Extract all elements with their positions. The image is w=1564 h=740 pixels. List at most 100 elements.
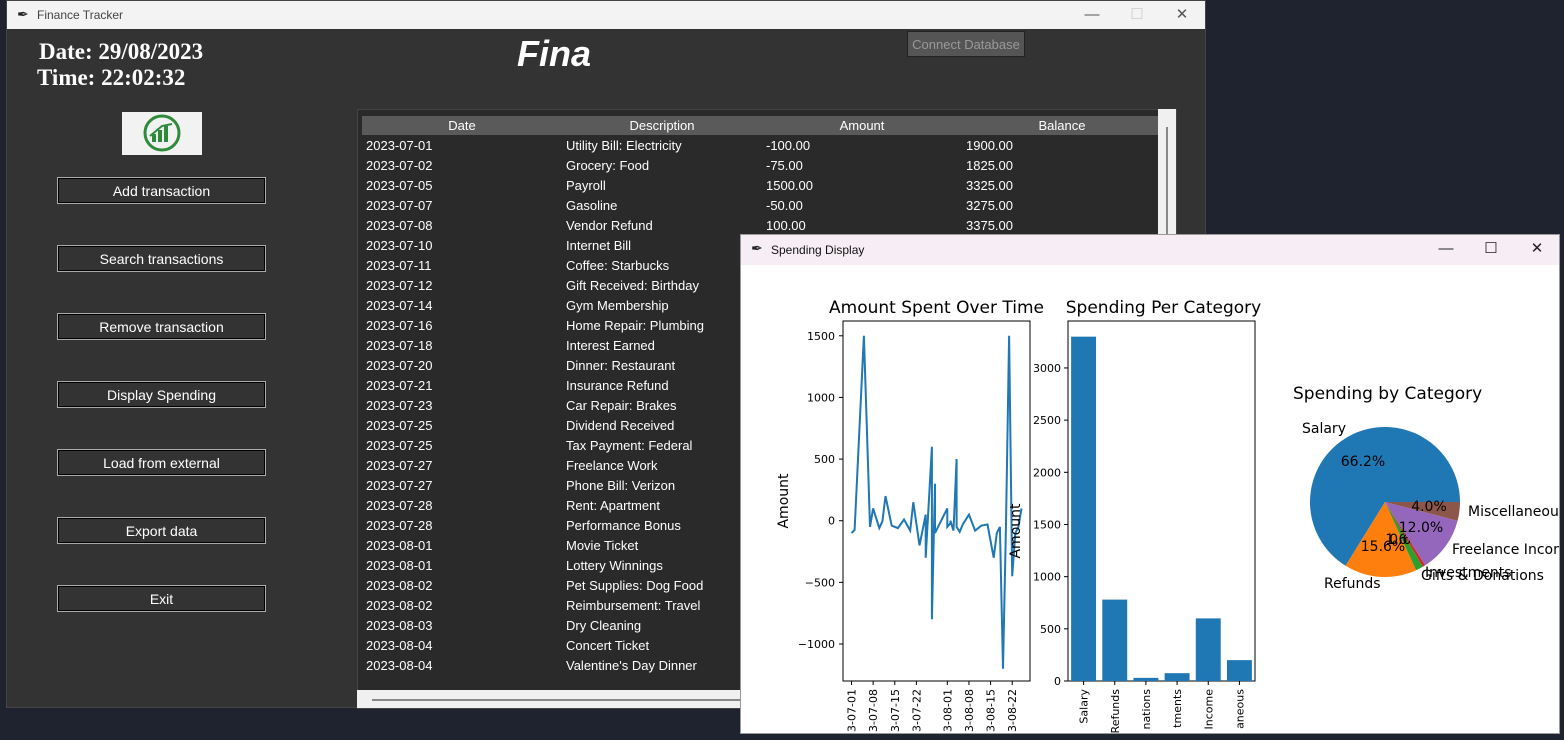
column-header-description[interactable]: Description xyxy=(562,116,762,135)
export-data-button[interactable]: Export data xyxy=(57,517,266,544)
y-tick-label: 3000 xyxy=(1033,362,1061,375)
x-tick-label: Salary xyxy=(1078,689,1091,724)
cell-date: 2023-07-12 xyxy=(366,278,433,293)
cell-balance: 3325.00 xyxy=(966,178,1013,193)
pie-percent-label: 66.2% xyxy=(1341,454,1385,470)
cell-description: Payroll xyxy=(566,178,606,193)
app-title: Fina xyxy=(517,33,592,74)
cell-description: Gift Received: Birthday xyxy=(566,278,699,293)
cell-description: Home Repair: Plumbing xyxy=(566,318,705,333)
cell-date: 2023-07-05 xyxy=(366,178,433,193)
column-header-amount[interactable]: Amount xyxy=(762,116,962,135)
cell-description: Rent: Apartment xyxy=(566,498,660,513)
cell-description: Insurance Refund xyxy=(566,378,669,393)
cell-amount: 1500.00 xyxy=(766,178,813,193)
pie-category-label: Miscellaneous xyxy=(1468,504,1559,520)
spending-charts: Amount Spent Over Time 1500 1000 500 0 −500 −1… xyxy=(776,298,1559,733)
table-row[interactable]: 2023-07-07 Gasoline -50.00 3275.00 xyxy=(366,196,1156,216)
window-title: Spending Display xyxy=(771,243,865,257)
x-tick-label: 2023-07-15 xyxy=(889,689,902,733)
add-transaction-button[interactable]: Add transaction xyxy=(57,177,266,204)
cell-description: Grocery: Food xyxy=(566,158,650,173)
cell-description: Phone Bill: Verizon xyxy=(566,478,676,493)
minimize-icon[interactable]: — xyxy=(1431,239,1461,259)
cell-amount: 100.00 xyxy=(766,218,806,233)
spending-titlebar: ✒ Spending Display — ☐ ✕ xyxy=(741,235,1559,265)
x-tick-label: 2023-07-08 xyxy=(867,689,880,733)
y-tick-label: 2500 xyxy=(1033,414,1061,427)
table-row[interactable]: 2023-07-02 Grocery: Food -75.00 1825.00 xyxy=(366,156,1156,176)
cell-date: 2023-07-28 xyxy=(366,498,433,513)
cell-date: 2023-07-11 xyxy=(366,258,432,273)
cell-date: 2023-08-02 xyxy=(366,598,433,613)
x-tick-label: Refunds xyxy=(1109,689,1122,733)
x-tick-label: Income xyxy=(1202,689,1215,730)
close-icon[interactable]: ✕ xyxy=(1522,239,1552,259)
connect-database-button[interactable]: Connect Database xyxy=(907,31,1025,57)
cell-date: 2023-07-25 xyxy=(366,438,433,453)
cell-date: 2023-07-27 xyxy=(366,478,433,493)
search-transactions-button[interactable]: Search transactions xyxy=(57,245,266,272)
x-tick-label: nations xyxy=(1140,689,1153,730)
load-from-external-button[interactable]: Load from external xyxy=(57,449,266,476)
cell-date: 2023-07-27 xyxy=(366,458,433,473)
cell-description: Dividend Received xyxy=(566,418,675,433)
cell-description: Internet Bill xyxy=(566,238,632,253)
cell-description: Concert Ticket xyxy=(566,638,650,653)
pie-category-label: Salary xyxy=(1302,421,1346,437)
spending-display-window: ✒ Spending Display — ☐ ✕ Amount Spent Ov… xyxy=(740,234,1560,734)
cell-date: 2023-07-25 xyxy=(366,418,433,433)
table-row[interactable]: 2023-07-01 Utility Bill: Electricity -100.… xyxy=(366,136,1156,156)
exit-button[interactable]: Exit xyxy=(57,585,266,612)
spending-line xyxy=(850,335,1023,669)
y-tick-label: −1000 xyxy=(798,638,835,651)
window-title: Finance Tracker xyxy=(37,8,124,22)
cell-description: Lottery Winnings xyxy=(566,558,663,573)
display-spending-button[interactable]: Display Spending xyxy=(57,381,266,408)
x-tick-label: 2023-08-22 xyxy=(1006,689,1019,733)
cell-amount: -100.00 xyxy=(766,138,811,153)
bar xyxy=(1102,599,1128,681)
column-header-balance[interactable]: Balance xyxy=(962,116,1162,135)
cell-description: Reimbursement: Travel xyxy=(566,598,701,613)
table-header: Date Description Amount Balance xyxy=(362,116,1159,135)
cell-description: Dinner: Restaurant xyxy=(566,358,676,373)
y-tick-label: 1000 xyxy=(1033,571,1061,584)
pie-category-label: Freelance Income xyxy=(1452,542,1559,558)
maximize-icon[interactable]: ☐ xyxy=(1122,5,1152,25)
time-label: Time: 22:02:32 xyxy=(37,65,186,90)
scroll-thumb[interactable] xyxy=(1166,127,1168,247)
remove-transaction-button[interactable]: Remove transaction xyxy=(57,313,266,340)
cell-date: 2023-08-01 xyxy=(366,538,433,553)
x-tick-label: 2023-08-15 xyxy=(985,689,998,733)
cell-description: Performance Bonus xyxy=(566,518,681,533)
table-row[interactable]: 2023-07-08 Vendor Refund 100.00 3375.00 xyxy=(366,216,1156,236)
cell-date: 2023-07-10 xyxy=(366,238,433,253)
bar-chart-title: Spending Per Category xyxy=(1066,298,1261,318)
cell-description: Car Repair: Brakes xyxy=(566,398,677,413)
cell-description: Movie Ticket xyxy=(566,538,639,553)
cell-date: 2023-08-01 xyxy=(366,558,433,573)
cell-balance: 1825.00 xyxy=(966,158,1013,173)
x-tick-label: aneous xyxy=(1233,689,1246,729)
scroll-thumb[interactable] xyxy=(372,699,752,701)
cell-date: 2023-08-04 xyxy=(366,658,433,673)
column-header-date[interactable]: Date xyxy=(362,116,562,135)
x-tick-label: 2023-07-01 xyxy=(846,689,859,733)
minimize-icon[interactable]: — xyxy=(1077,5,1107,25)
x-tick-label: 2023-08-08 xyxy=(963,689,976,733)
close-icon[interactable]: ✕ xyxy=(1167,5,1197,25)
y-tick-label: −500 xyxy=(805,576,835,589)
maximize-icon[interactable]: ☐ xyxy=(1476,239,1506,259)
table-horizontal-scrollbar[interactable] xyxy=(357,690,752,708)
cell-description: Freelance Work xyxy=(566,458,658,473)
cell-description: Gym Membership xyxy=(566,298,669,313)
cell-description: Tax Payment: Federal xyxy=(566,438,693,453)
y-tick-label: 2000 xyxy=(1033,466,1061,479)
table-row[interactable]: 2023-07-05 Payroll 1500.00 3325.00 xyxy=(366,176,1156,196)
cell-date: 2023-08-03 xyxy=(366,618,433,633)
x-tick-label: 2023-08-01 xyxy=(941,689,954,733)
pie-category-label: Investments xyxy=(1425,565,1512,581)
growth-chart-icon xyxy=(143,114,181,152)
y-tick-label: 1500 xyxy=(807,330,835,343)
